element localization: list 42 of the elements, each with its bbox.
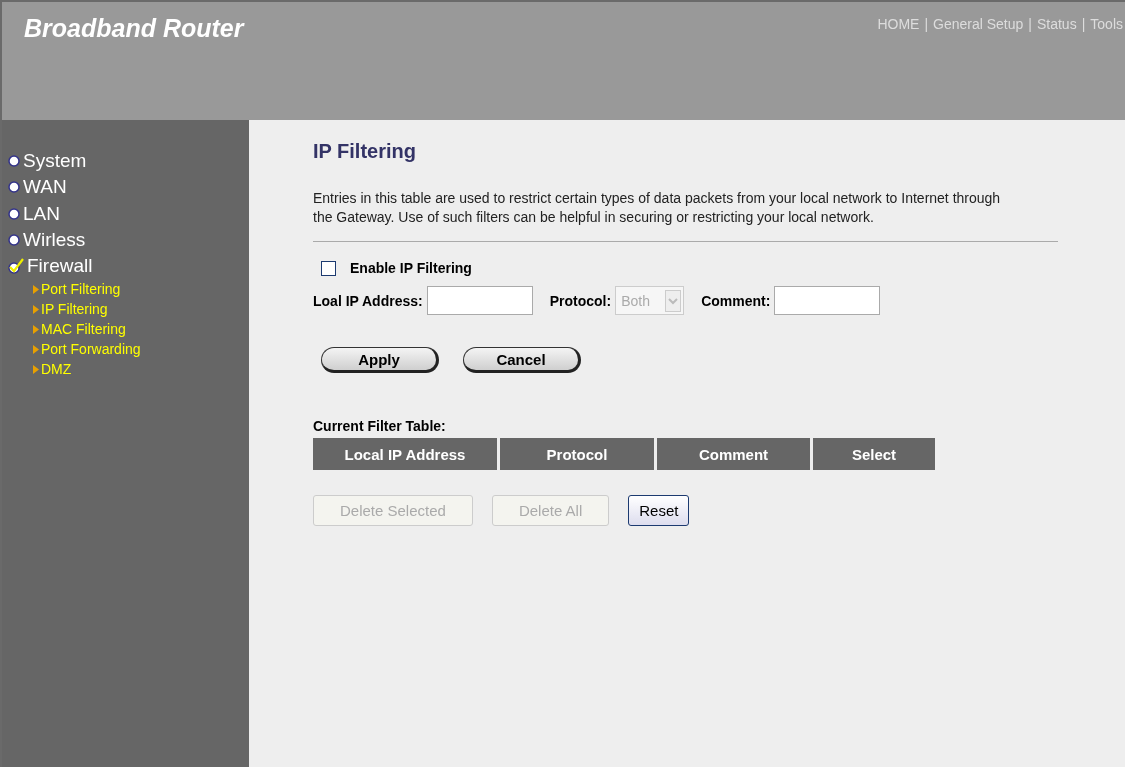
triangle-icon xyxy=(33,285,39,294)
sidebar-item[interactable]: Firewall xyxy=(8,253,249,280)
column-header: Local IP Address xyxy=(313,438,497,470)
table-title: Current Filter Table: xyxy=(313,418,447,434)
sidebar-label: Wirless xyxy=(23,229,86,252)
form-button[interactable]: Cancel xyxy=(463,347,581,373)
field-label: Protocol: xyxy=(549,292,612,309)
triangle-icon xyxy=(33,325,39,334)
field-label: Comment: xyxy=(701,292,771,309)
column-header: Select xyxy=(813,438,935,470)
form-button[interactable]: Apply xyxy=(321,347,439,373)
chevron-icon xyxy=(665,289,682,312)
column-header: Protocol xyxy=(500,438,654,470)
sidebar-item[interactable]: WAN xyxy=(8,174,249,201)
sidebar-subitem[interactable]: DMZ xyxy=(33,359,249,380)
triangle-icon xyxy=(33,365,39,374)
sidebar-subitem[interactable]: MAC Filtering xyxy=(33,319,249,340)
sidebar-subitem[interactable]: IP Filtering xyxy=(33,299,249,320)
sidebar-label: WAN xyxy=(23,176,67,199)
sidebar-item[interactable]: Wirless xyxy=(8,226,249,254)
nav-separator: | xyxy=(1081,16,1086,32)
checkbox-label: Enable IP Filtering xyxy=(350,260,472,276)
triangle-icon xyxy=(33,305,39,314)
sidebar-item[interactable]: System xyxy=(8,148,249,175)
page-title: IP Filtering xyxy=(313,140,417,163)
app-title: Broadband Router xyxy=(24,14,244,43)
sidebar-label: Firewall xyxy=(27,255,93,278)
field-label: Loal IP Address: xyxy=(313,292,423,309)
sidebar-label: LAN xyxy=(23,202,60,225)
nav-separator: | xyxy=(1028,16,1032,32)
sidebar-label: System xyxy=(23,150,87,173)
triangle-icon xyxy=(33,345,39,354)
sidebar-item[interactable]: LAN xyxy=(8,200,249,227)
table-button[interactable]: Reset xyxy=(628,495,690,526)
nav-separator: | xyxy=(924,16,929,32)
sidebar-subitem[interactable]: Port Forwarding xyxy=(33,339,249,360)
input-field[interactable] xyxy=(426,286,533,315)
sidebar-subitem[interactable]: Port Filtering xyxy=(33,279,249,300)
input-field[interactable] xyxy=(774,286,881,315)
enable-checkbox[interactable] xyxy=(321,260,336,276)
column-header: Comment xyxy=(657,438,810,470)
description: Entries in this table are used to restrict certain types of data packets from your local network to Internet through the Gateway. Use of such filters can be helpful in securing or restricting your local network. xyxy=(313,189,1002,227)
